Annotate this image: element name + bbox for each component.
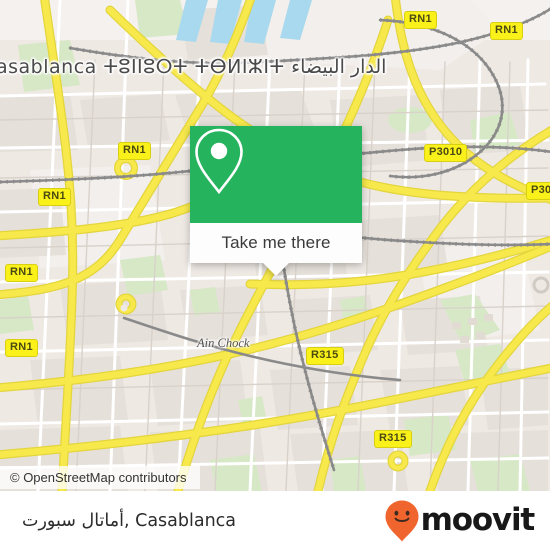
road-shield-rn1[interactable]: RN1 [118,142,151,160]
footer-bar: أماتال سبورت, Casablanca moovit [0,491,550,550]
footer-place-title: أماتال سبورت, Casablanca [22,510,237,531]
road-shield-p3010[interactable]: P301 [526,182,550,200]
city-label: asablanca ⵜⵓⵏⵏⵓⵔⵜ ⵜⴱⵍⵏⵣⵏⵜ الدار البيضاء [0,56,387,78]
road-shield-rn1[interactable]: RN1 [5,339,38,357]
screenshot-root: .blk { fill:#e6e0da; } .park { fill:#d6e… [0,0,550,550]
moovit-brand[interactable]: moovit [385,500,536,542]
road-shield-r315[interactable]: R315 [374,430,412,448]
road-shield-rn1[interactable]: RN1 [38,188,71,206]
place-label-ain-chock: Ain Chock [197,336,250,350]
callout-label: Take me there [221,233,331,252]
callout-image [190,126,362,223]
osm-attribution[interactable]: © OpenStreetMap contributors [0,466,200,489]
road-shield-rn1[interactable]: RN1 [490,22,523,40]
map-canvas[interactable]: .blk { fill:#e6e0da; } .park { fill:#d6e… [0,0,550,491]
road-shield-rn1[interactable]: RN1 [5,264,38,282]
road-shield-r315[interactable]: R315 [306,347,344,365]
moovit-smiley-pin-icon [385,500,419,541]
take-me-there-callout[interactable]: Take me there [190,126,362,276]
callout-body: Take me there [190,223,362,263]
moovit-wordmark: moovit [420,502,536,538]
callout-tail [263,263,289,276]
road-shield-p3010[interactable]: P3010 [424,144,468,162]
road-shield-rn1[interactable]: RN1 [404,11,437,29]
map-pin-icon [195,128,243,195]
